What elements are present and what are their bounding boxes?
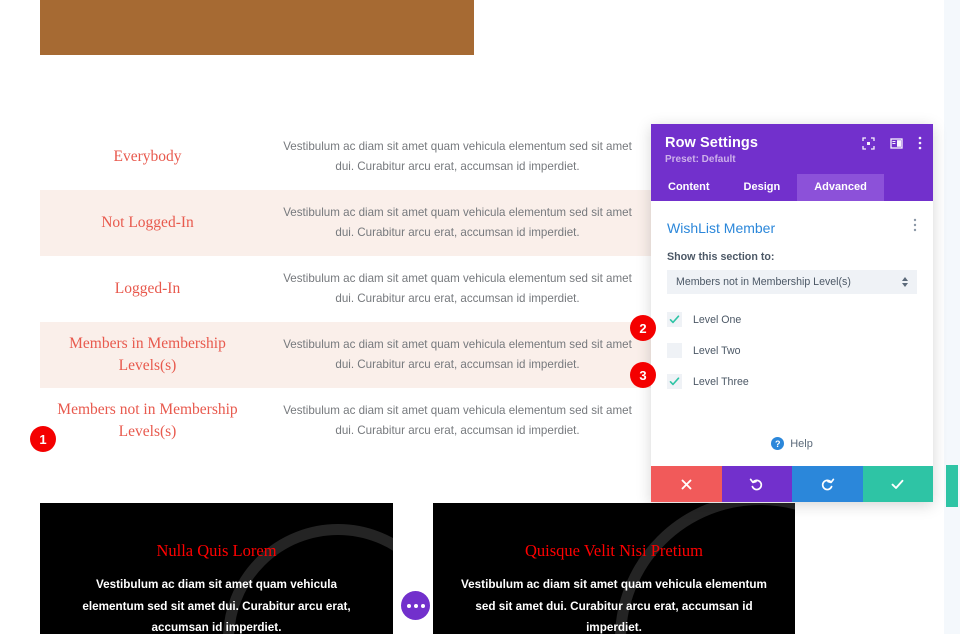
layout-icon[interactable] (890, 137, 903, 155)
page-scrollbar-track[interactable] (944, 0, 960, 634)
checkbox-row-level-one[interactable]: Level One (667, 308, 917, 331)
promo-card-left: Nulla Quis Lorem Vestibulum ac diam sit … (40, 503, 393, 634)
more-options-icon[interactable] (918, 136, 922, 155)
panel-preset-selector[interactable]: Preset: Default (665, 154, 919, 165)
checkbox-label: Level One (693, 313, 742, 326)
panel-header-icons (862, 136, 922, 155)
check-icon (669, 377, 680, 386)
checkbox-label: Level Three (693, 375, 749, 388)
rule-description: Vestibulum ac diam sit amet quam vehicul… (283, 205, 632, 239)
redo-icon (821, 478, 834, 490)
card-title: Nulla Quis Lorem (156, 541, 277, 560)
rule-label: Members in Membership Levels(s) (69, 335, 226, 374)
tab-design[interactable]: Design (727, 174, 798, 201)
more-options-button[interactable] (401, 591, 430, 620)
promo-card-right: Quisque Velit Nisi Pretium Vestibulum ac… (433, 503, 795, 634)
select-arrows-icon (902, 277, 908, 287)
dot-icon (420, 603, 425, 608)
tab-advanced[interactable]: Advanced (797, 174, 884, 201)
rule-description: Vestibulum ac diam sit amet quam vehicul… (283, 139, 632, 173)
check-icon (669, 315, 680, 324)
table-row: Logged-In Vestibulum ac diam sit amet qu… (40, 256, 660, 322)
annotation-badge-1: 1 (30, 426, 56, 452)
checkbox-row-level-three[interactable]: Level Three (667, 370, 917, 393)
row-settings-panel: Row Settings Preset: Default Content Des… (651, 124, 933, 502)
membership-levels-list: Level One Level Two Level Three (667, 308, 917, 393)
close-icon (681, 479, 692, 489)
rule-description: Vestibulum ac diam sit amet quam vehicul… (283, 271, 632, 305)
wishlist-member-section-header: WishList Member (667, 218, 917, 237)
save-button[interactable] (862, 466, 933, 502)
fullscreen-icon[interactable] (862, 136, 875, 155)
rule-description: Vestibulum ac diam sit amet quam vehicul… (283, 337, 632, 371)
section-more-options-icon[interactable] (913, 218, 917, 237)
tab-content[interactable]: Content (651, 174, 727, 201)
checkmark-icon (891, 479, 904, 489)
card-body: Vestibulum ac diam sit amet quam vehicul… (82, 578, 351, 634)
table-row: Not Logged-In Vestibulum ac diam sit ame… (40, 190, 660, 256)
table-row: Everybody Vestibulum ac diam sit amet qu… (40, 124, 660, 190)
undo-icon (750, 478, 763, 490)
help-icon: ? (771, 437, 785, 450)
cancel-button[interactable] (651, 466, 722, 502)
checkbox-level-three[interactable] (667, 374, 682, 389)
help-link[interactable]: ? Help (651, 437, 933, 450)
table-row: Members not in Membership Levels(s) Vest… (40, 388, 660, 454)
rule-label: Members not in Membership Levels(s) (57, 401, 238, 440)
annotation-badge-3: 3 (630, 362, 656, 388)
show-section-to-label: Show this section to: (667, 251, 775, 263)
visibility-rules-table: Everybody Vestibulum ac diam sit amet qu… (40, 124, 660, 454)
panel-body: WishList Member Show this section to: Me… (651, 201, 933, 466)
undo-button[interactable] (721, 466, 792, 502)
annotation-badge-2: 2 (630, 315, 656, 341)
dot-icon (406, 603, 411, 608)
checkbox-level-two[interactable] (667, 343, 682, 358)
panel-tabs: Content Design Advanced (651, 174, 933, 201)
card-body: Vestibulum ac diam sit amet quam vehicul… (461, 578, 767, 634)
rule-label: Logged-In (114, 280, 181, 297)
help-label: Help (790, 437, 813, 450)
screen: Everybody Vestibulum ac diam sit amet qu… (0, 0, 960, 634)
card-title: Quisque Velit Nisi Pretium (525, 541, 703, 560)
panel-footer (651, 466, 933, 502)
panel-header: Row Settings Preset: Default (651, 124, 933, 174)
table-row: Members in Membership Levels(s) Vestibul… (40, 322, 660, 388)
rule-label: Everybody (113, 148, 182, 165)
dot-icon (413, 603, 418, 608)
section-title[interactable]: WishList Member (667, 220, 775, 236)
checkbox-level-one[interactable] (667, 312, 682, 327)
top-banner (40, 0, 474, 55)
rule-description: Vestibulum ac diam sit amet quam vehicul… (283, 403, 632, 437)
select-value: Members not in Membership Level(s) (676, 276, 851, 288)
show-section-to-select[interactable]: Members not in Membership Level(s) (667, 270, 917, 294)
rule-label: Not Logged-In (101, 214, 194, 231)
checkbox-row-level-two[interactable]: Level Two (667, 339, 917, 362)
redo-button[interactable] (792, 466, 863, 502)
checkbox-label: Level Two (693, 344, 741, 357)
page-scrollbar-thumb[interactable] (946, 465, 958, 507)
